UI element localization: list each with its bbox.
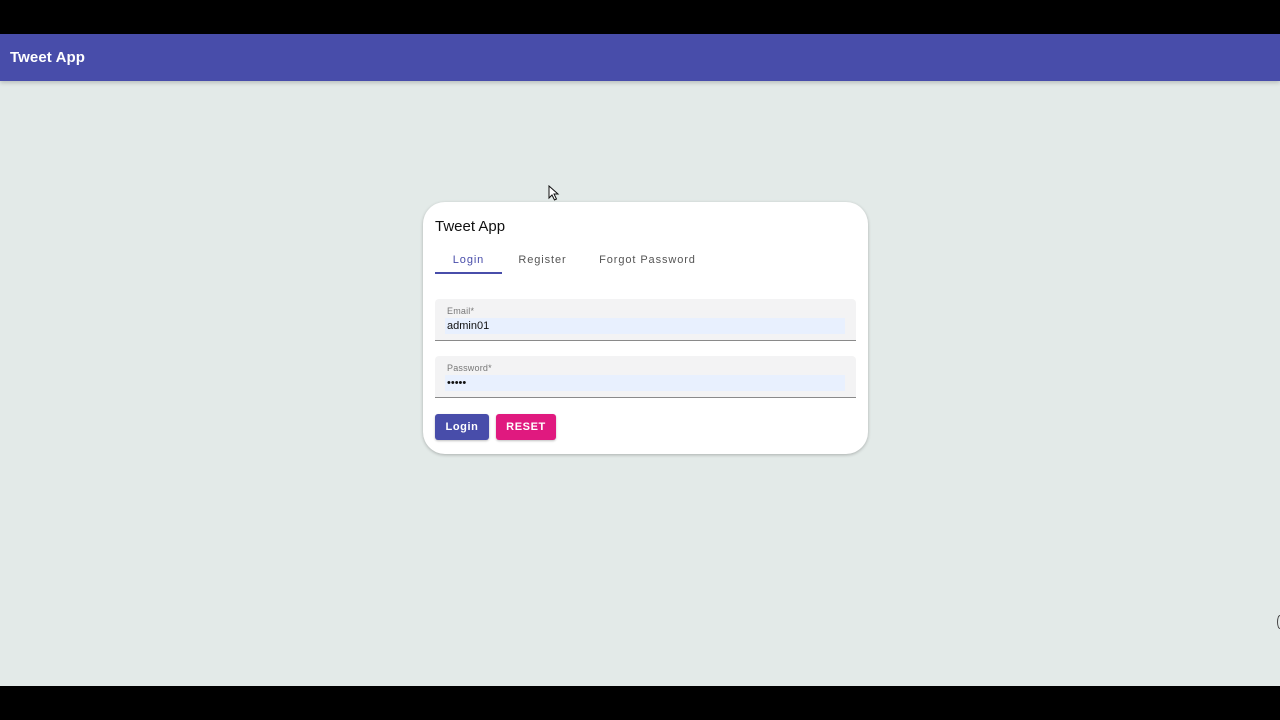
login-button[interactable]: Login xyxy=(435,414,489,440)
reset-button[interactable]: RESET xyxy=(496,414,556,440)
auth-tabs: Login Register Forgot Password xyxy=(435,246,712,274)
tab-register[interactable]: Register xyxy=(502,246,583,274)
login-card: Tweet App Login Register Forgot Password… xyxy=(423,202,868,454)
browser-viewport: Tweet App Tweet App Login Register Forgo… xyxy=(0,34,1280,686)
letterbox-bottom xyxy=(0,686,1280,720)
email-input[interactable] xyxy=(445,318,845,334)
app-bar-title: Tweet App xyxy=(10,49,86,66)
app-bar: Tweet App xyxy=(0,34,1280,81)
tab-login[interactable]: Login xyxy=(435,246,502,274)
password-label: Password* xyxy=(447,363,492,373)
tab-register-label: Register xyxy=(518,254,567,266)
tab-forgot-password[interactable]: Forgot Password xyxy=(583,246,712,274)
password-field[interactable]: Password* xyxy=(435,356,856,398)
email-label: Email* xyxy=(447,306,475,316)
password-input[interactable] xyxy=(445,375,845,391)
tab-login-label: Login xyxy=(452,254,485,266)
letterbox-top xyxy=(0,0,1280,34)
mouse-pointer-icon xyxy=(548,185,560,201)
active-tab-indicator xyxy=(435,272,502,274)
card-title: Tweet App xyxy=(435,218,506,235)
tab-forgot-password-label: Forgot Password xyxy=(599,254,696,266)
email-field[interactable]: Email* xyxy=(435,299,856,341)
